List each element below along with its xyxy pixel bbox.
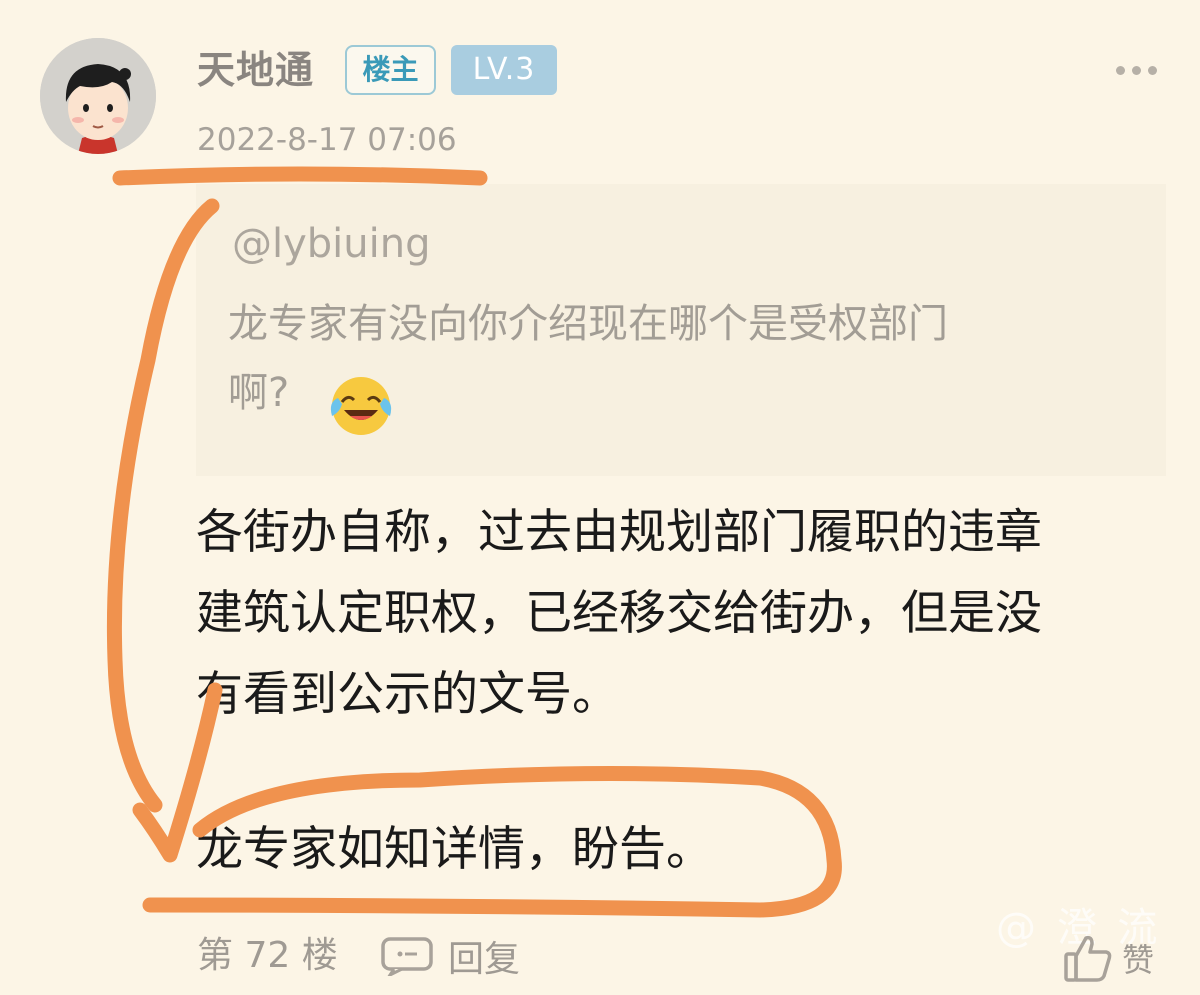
more-dots-icon[interactable] (1116, 58, 1162, 82)
avatar-image (40, 38, 156, 154)
more-dot (1148, 65, 1157, 75)
reply-button[interactable]: 回复 (380, 930, 520, 982)
post-timestamp: 2022-8-17 07:06 (197, 122, 457, 158)
more-dot (1132, 65, 1141, 75)
post-content: 各街办自称，过去由规划部门履职的违章 建筑认定职权，已经移交给街办，但是没 有看… (196, 492, 1156, 890)
quote-username[interactable]: @lybiuing (232, 216, 431, 272)
op-badge: 楼主 (345, 45, 436, 95)
content-line: 龙专家如知详情，盼告。 (196, 822, 713, 877)
content-line: 各街办自称，过去由规划部门履职的违章 (196, 505, 1042, 560)
avatar[interactable] (40, 38, 156, 154)
quote-text-line: 龙专家有没向你介绍现在哪个是受权部门 (228, 301, 948, 347)
comment-bubble-icon (381, 937, 433, 976)
reply-label: 回复 (448, 939, 521, 980)
username[interactable]: 天地通 (197, 44, 314, 96)
like-button[interactable]: 赞 (1062, 930, 1154, 986)
level-badge: LV.3 (451, 45, 557, 95)
content-line: 建筑认定职权，已经移交给街办，但是没 (196, 586, 1042, 641)
like-label: 赞 (1122, 941, 1155, 979)
thumbs-up-icon (1064, 935, 1112, 982)
more-dot (1116, 65, 1125, 75)
content-line: 有看到公示的文号。 (196, 667, 619, 722)
floor-number: 第 72 楼 (197, 935, 338, 976)
crying-laughing-emoji-icon (328, 372, 394, 438)
